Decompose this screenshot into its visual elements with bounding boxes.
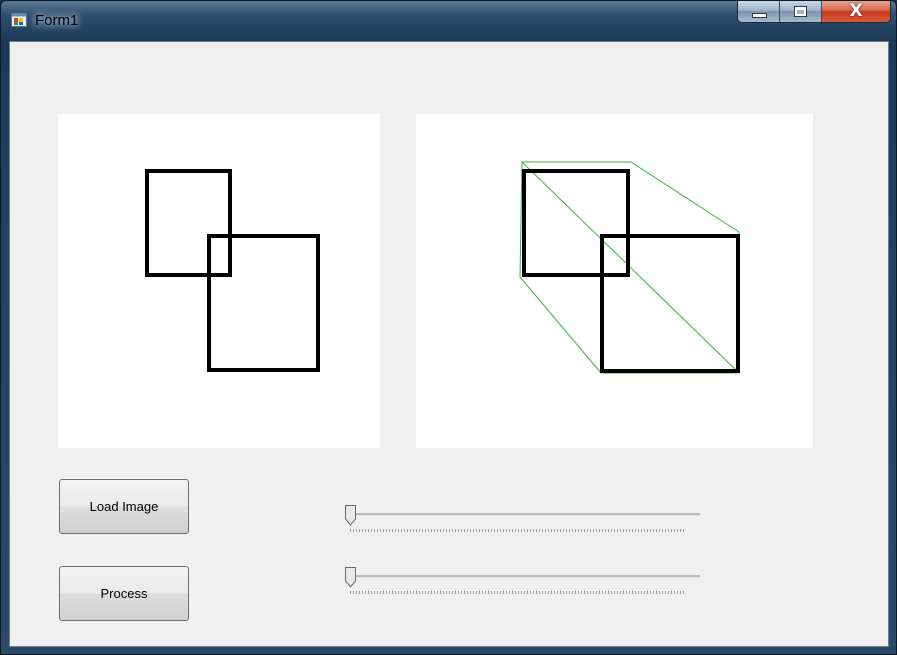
square-small	[522, 169, 630, 277]
window-title: Form1	[35, 12, 79, 29]
caption-buttons: X	[737, 1, 891, 23]
source-image-picturebox	[58, 114, 380, 448]
square-large	[207, 234, 320, 372]
window: Form1 X Load Image Process	[0, 0, 897, 655]
square-large	[600, 234, 740, 373]
load-image-button[interactable]: Load Image	[59, 479, 189, 534]
processed-image-picturebox	[416, 114, 813, 448]
trackbar-2[interactable]	[342, 567, 704, 597]
trackbar-track	[350, 575, 700, 578]
maximize-button[interactable]	[780, 1, 822, 22]
trackbar-ticks	[350, 529, 686, 532]
process-button[interactable]: Process	[59, 566, 189, 621]
maximize-icon	[794, 6, 807, 17]
title-bar[interactable]: Form1 X	[1, 1, 896, 39]
square-small	[145, 169, 232, 277]
trackbar-thumb[interactable]	[345, 505, 356, 526]
source-image	[145, 169, 320, 372]
trackbar-track	[350, 513, 700, 516]
minimize-button[interactable]	[738, 1, 780, 22]
trackbar-ticks	[350, 591, 686, 594]
trackbar-1[interactable]	[342, 505, 704, 535]
trackbar-thumb[interactable]	[345, 567, 356, 588]
minimize-icon	[752, 13, 767, 18]
processed-image	[519, 161, 740, 374]
client-area: Load Image Process	[9, 41, 889, 647]
close-icon: X	[849, 1, 863, 21]
close-button[interactable]: X	[822, 1, 890, 22]
application-icon	[11, 13, 27, 27]
